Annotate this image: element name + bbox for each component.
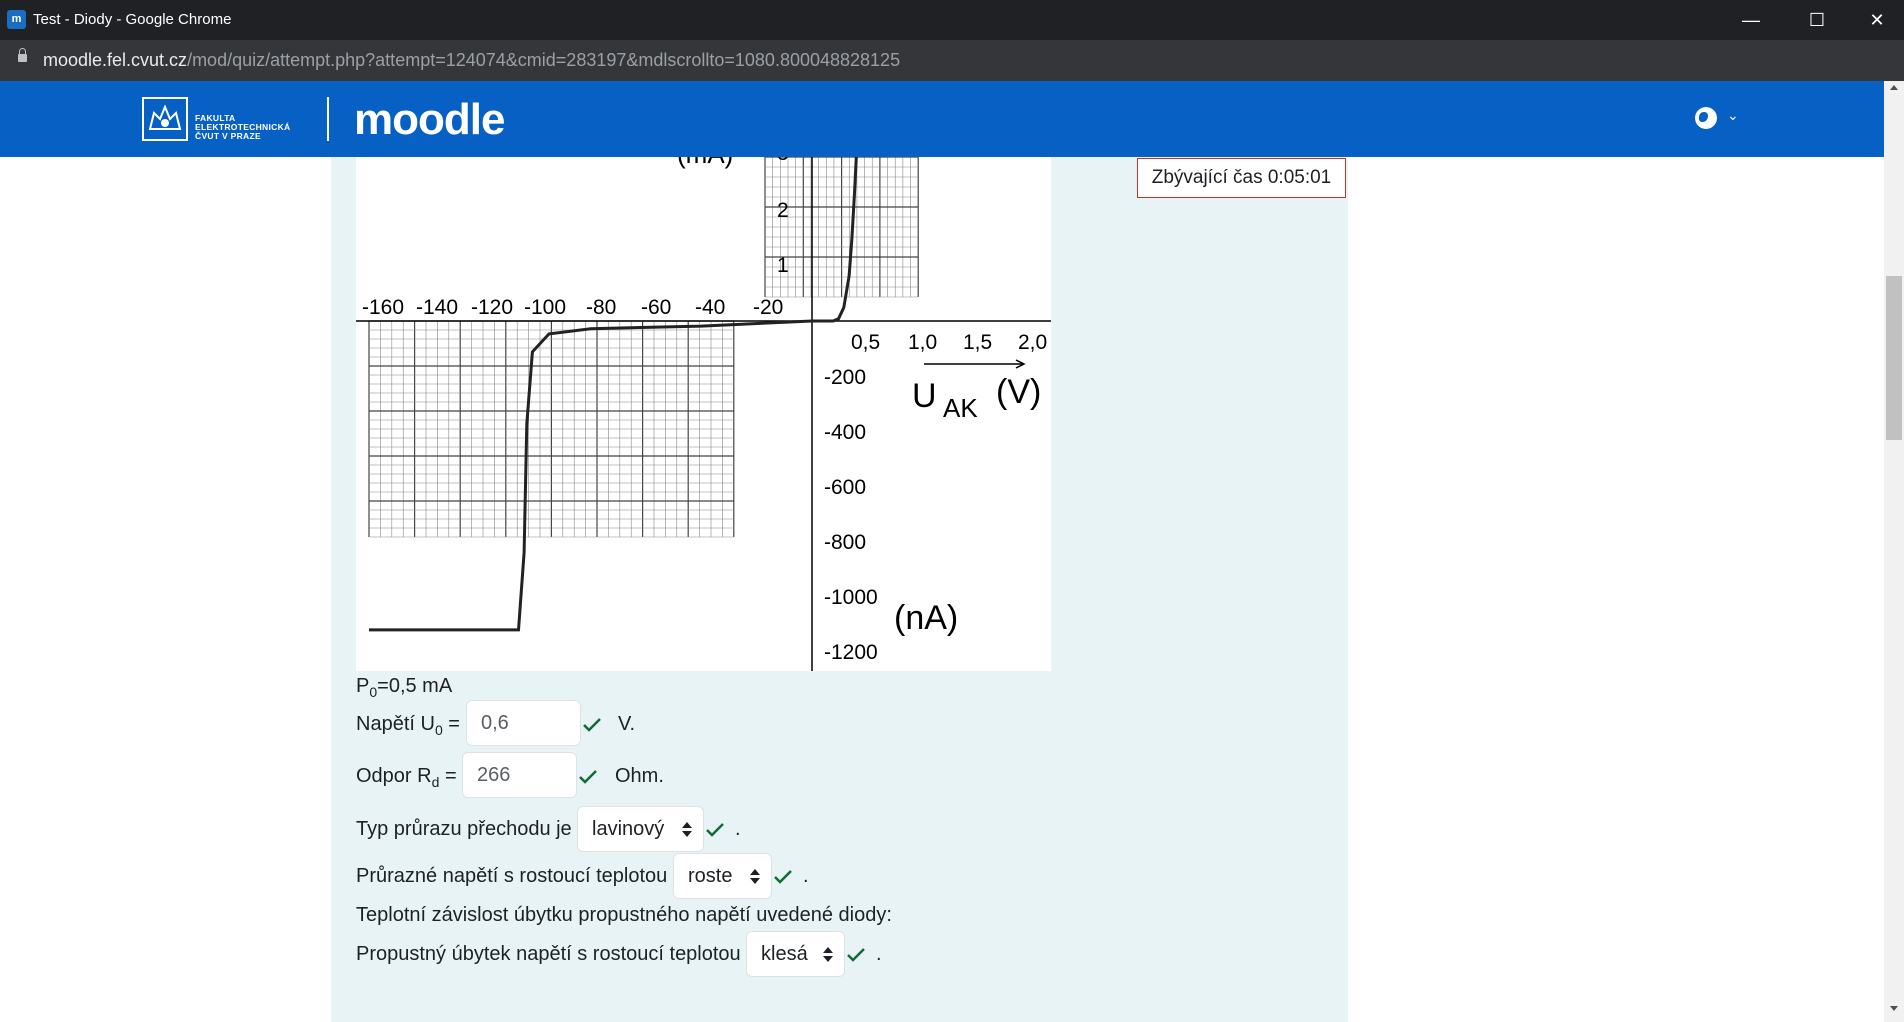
moodle-favicon-icon: m xyxy=(7,10,26,29)
x-tick-label: -80 xyxy=(586,296,616,319)
minimize-button[interactable]: — xyxy=(1729,6,1773,34)
y-tick-label: -400 xyxy=(824,421,866,444)
x-tick-label: -120 xyxy=(471,296,513,319)
x-axis-label-subscript: AK xyxy=(943,393,978,423)
window-titlebar: m Test - Diody - Google Chrome — ☐ ✕ xyxy=(0,0,1904,40)
correct-check-icon xyxy=(706,823,724,837)
correct-check-icon xyxy=(847,948,865,962)
address-bar[interactable]: moodle.fel.cvut.cz/mod/quiz/attempt.php?… xyxy=(0,40,1904,81)
lock-icon xyxy=(18,48,27,62)
x-tick-label: 2,0 xyxy=(1018,331,1047,354)
x-tick-label: 1,5 xyxy=(963,331,992,354)
diode-curve xyxy=(369,157,858,632)
quiz-timer: Zbývající čas 0:05:01 xyxy=(1137,158,1346,198)
y-tick-label: -200 xyxy=(824,366,866,389)
x-tick-label: -60 xyxy=(641,296,671,319)
y-tick-label: -1000 xyxy=(824,586,878,609)
breakdown-voltage-label: Průrazné napětí s rostoucí teplotou xyxy=(356,865,668,887)
sentence-period: . xyxy=(803,865,809,887)
moodle-logo[interactable]: moodle xyxy=(354,95,505,145)
rd-unit: Ohm. xyxy=(615,765,664,787)
navbar-divider xyxy=(327,97,329,141)
scroll-down-icon[interactable] xyxy=(1890,1006,1898,1011)
chart-grid-reverse xyxy=(368,320,735,538)
u0-answer-input[interactable] xyxy=(466,700,581,746)
x-tick-label: -140 xyxy=(416,296,458,319)
select-arrows-icon xyxy=(681,822,692,838)
temp-dependency-text: Teplotní závislost úbytku propustného na… xyxy=(356,904,892,926)
diode-characteristic-chart: -160 -140 -120 -100 -80 -60 -40 -20 0,5 … xyxy=(356,157,1051,671)
close-button[interactable]: ✕ xyxy=(1855,6,1899,34)
page-scrollbar[interactable] xyxy=(1884,81,1904,1022)
x-axis-unit: (V) xyxy=(996,373,1041,411)
site-navbar: FAKULTA ELEKTROTECHNICKÁ ČVUT V PRAZE mo… xyxy=(0,81,1884,157)
fel-logo-icon[interactable] xyxy=(142,97,188,141)
u0-label: Napětí U0 = xyxy=(356,713,460,738)
select-arrows-icon xyxy=(749,869,760,885)
url-text[interactable]: moodle.fel.cvut.cz/mod/quiz/attempt.php?… xyxy=(43,50,900,71)
x-tick-label: -20 xyxy=(753,296,783,319)
maximize-button[interactable]: ☐ xyxy=(1795,6,1839,34)
y-axis-unit-forward: (mA) xyxy=(677,157,733,169)
breakdown-voltage-select[interactable]: roste xyxy=(673,853,772,899)
x-tick-label: -40 xyxy=(695,296,725,319)
sentence-period: . xyxy=(876,943,882,965)
x-tick-label: 0,5 xyxy=(851,331,880,354)
x-tick-label: -160 xyxy=(362,296,404,319)
forward-voltage-label: Propustný úbytek napětí s rostoucí teplo… xyxy=(356,943,741,965)
scroll-up-icon[interactable] xyxy=(1890,85,1898,90)
correct-check-icon xyxy=(583,718,601,732)
breakdown-type-select[interactable]: lavinový xyxy=(577,806,704,852)
scrollbar-thumb[interactable] xyxy=(1886,276,1902,440)
select-arrows-icon xyxy=(822,947,833,963)
y-tick-label: 3 xyxy=(777,157,789,165)
p0-value-text: P0=0,5 mA xyxy=(356,675,453,700)
fel-logo-text: FAKULTA ELEKTROTECHNICKÁ ČVUT V PRAZE xyxy=(195,113,291,141)
chevron-down-icon[interactable]: ⌄ xyxy=(1727,107,1739,124)
y-tick-label: -1200 xyxy=(824,641,878,664)
sentence-period: . xyxy=(735,818,741,840)
x-tick-label: -100 xyxy=(524,296,566,319)
correct-check-icon xyxy=(774,870,792,884)
forward-voltage-select[interactable]: klesá xyxy=(746,931,845,977)
x-axis-label: U xyxy=(912,377,937,415)
chart-svg: -160 -140 -120 -100 -80 -60 -40 -20 0,5 … xyxy=(356,157,1051,671)
rd-answer-input[interactable] xyxy=(462,752,577,798)
x-tick-label: 1,0 xyxy=(908,331,937,354)
y-tick-label: -800 xyxy=(824,531,866,554)
y-tick-label: 2 xyxy=(777,199,789,222)
rd-label: Odpor Rd = xyxy=(356,765,457,790)
u0-unit: V. xyxy=(618,713,636,735)
globe-icon[interactable] xyxy=(1695,107,1717,129)
y-tick-label: -600 xyxy=(824,476,866,499)
breakdown-type-label: Typ průrazu přechodu je xyxy=(356,818,572,840)
window-title: Test - Diody - Google Chrome xyxy=(33,11,232,28)
y-axis-unit-reverse: (nA) xyxy=(894,599,958,637)
correct-check-icon xyxy=(579,770,597,784)
y-tick-label: 1 xyxy=(777,254,789,277)
